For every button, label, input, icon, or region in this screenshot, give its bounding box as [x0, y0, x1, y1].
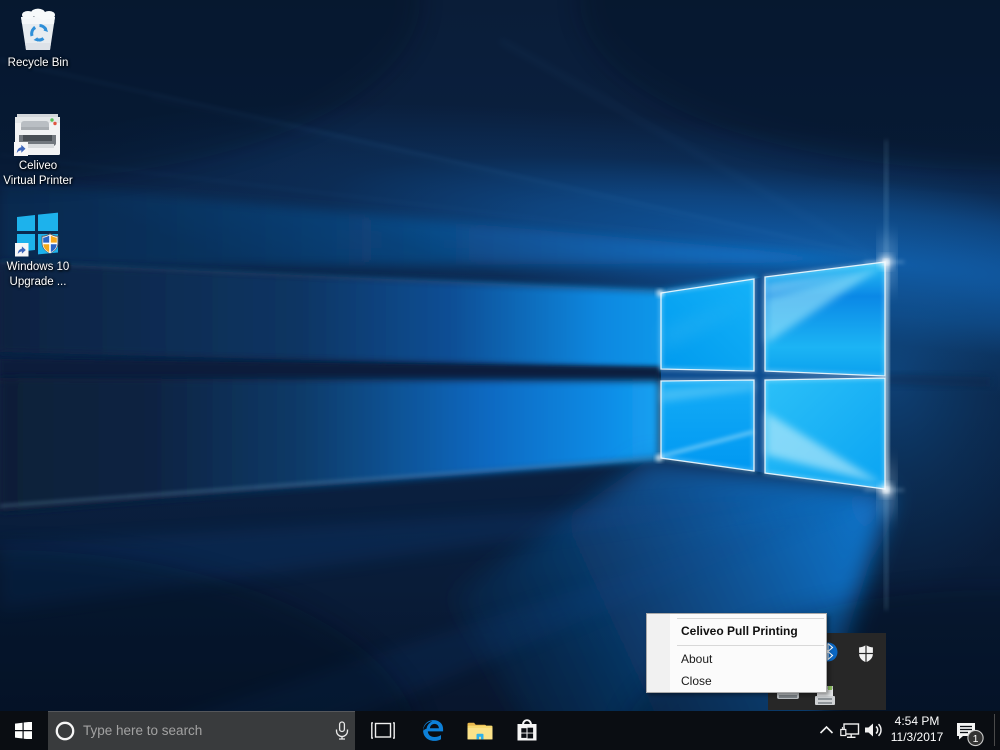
- svg-text:1: 1: [973, 733, 979, 745]
